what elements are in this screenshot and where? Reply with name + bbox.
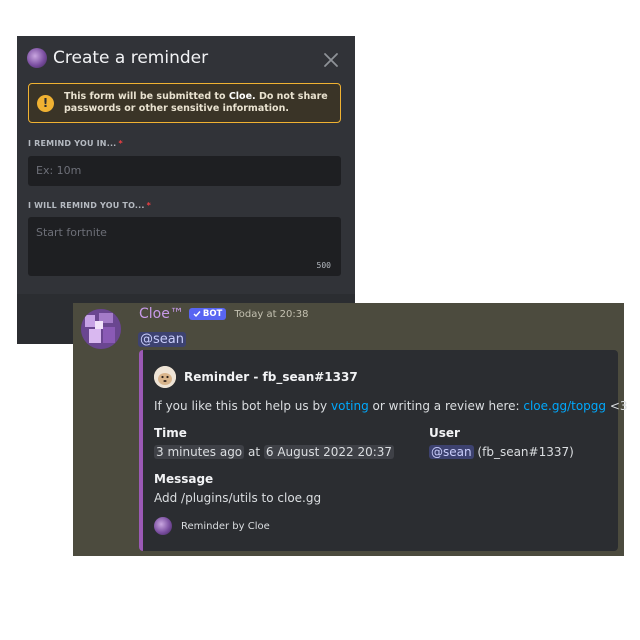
remind-in-label: I REMIND YOU IN... * (28, 139, 123, 148)
desc-middle: or writing a review here: (372, 399, 520, 413)
message-content: @sean (138, 328, 186, 347)
time-field-value: 3 minutes ago at 6 August 2022 20:37 (154, 445, 395, 459)
remind-to-label-text: I WILL REMIND YOU TO... (28, 201, 145, 210)
message-field-value: Add /plugins/utils to cloe.gg (154, 491, 322, 505)
modal-title: Create a reminder (53, 48, 209, 68)
desc-prefix: If you like this bot help us by (154, 399, 328, 413)
absolute-timestamp[interactable]: 6 August 2022 20:37 (263, 445, 395, 459)
create-reminder-modal: Create a reminder ! This form will be su… (17, 36, 355, 344)
embed-author-name: Reminder - fb_sean#1337 (184, 370, 358, 384)
bot-tag-label: BOT (202, 309, 223, 319)
remind-to-placeholder: Start fortnite (36, 226, 107, 239)
remind-in-label-text: I REMIND YOU IN... (28, 139, 117, 148)
remind-to-textarea[interactable]: Start fortnite 500 (28, 217, 341, 276)
warning-text: This form will be submitted to Cloe. Do … (64, 91, 340, 115)
bot-avatar-icon (154, 517, 172, 535)
bot-avatar[interactable] (81, 309, 121, 349)
warning-banner: ! This form will be submitted to Cloe. D… (28, 83, 341, 123)
bot-message: Cloe™ BOT Today at 20:38 @sean Reminder … (73, 303, 628, 556)
embed-description: If you like this bot help us by voting o… (154, 399, 628, 413)
reminder-embed: Reminder - fb_sean#1337 If you like this… (139, 350, 628, 551)
user-avatar-icon (154, 366, 176, 388)
embed-author: Reminder - fb_sean#1337 (154, 366, 358, 388)
check-icon (193, 311, 201, 318)
topgg-link[interactable]: cloe.gg/topgg (523, 399, 606, 413)
user-field-tag: (fb_sean#1337) (477, 445, 574, 459)
message-field-label: Message (154, 472, 214, 486)
message-header: Cloe™ BOT Today at 20:38 (139, 306, 309, 322)
modal-header: Create a reminder (27, 48, 208, 68)
bot-tag: BOT (188, 308, 227, 320)
warning-prefix: This form will be submitted to (64, 91, 226, 102)
user-mention[interactable]: @sean (138, 332, 186, 347)
warning-bot-name: Cloe. (228, 91, 256, 102)
embed-footer: Reminder by Cloe (154, 517, 270, 535)
time-field-label: Time (154, 426, 187, 440)
close-icon[interactable] (323, 52, 339, 68)
remind-in-input[interactable]: Ex: 10m (28, 156, 341, 186)
remind-in-placeholder: Ex: 10m (36, 164, 82, 177)
message-timestamp: Today at 20:38 (234, 308, 309, 320)
bot-username[interactable]: Cloe™ (139, 306, 184, 322)
required-marker: * (146, 201, 152, 210)
relative-timestamp[interactable]: 3 minutes ago (154, 445, 245, 459)
voting-link[interactable]: voting (331, 399, 369, 413)
desc-suffix: <3 (609, 399, 628, 413)
user-field-mention[interactable]: @sean (429, 445, 474, 459)
user-field-value: @sean (fb_sean#1337) (429, 445, 574, 459)
time-at: at (247, 445, 261, 459)
character-counter: 500 (316, 261, 331, 270)
user-field-label: User (429, 426, 460, 440)
remind-to-label: I WILL REMIND YOU TO... * (28, 201, 151, 210)
warning-icon: ! (37, 94, 54, 112)
required-marker: * (118, 139, 123, 148)
bot-avatar-icon (27, 48, 47, 68)
embed-footer-text: Reminder by Cloe (181, 520, 270, 532)
